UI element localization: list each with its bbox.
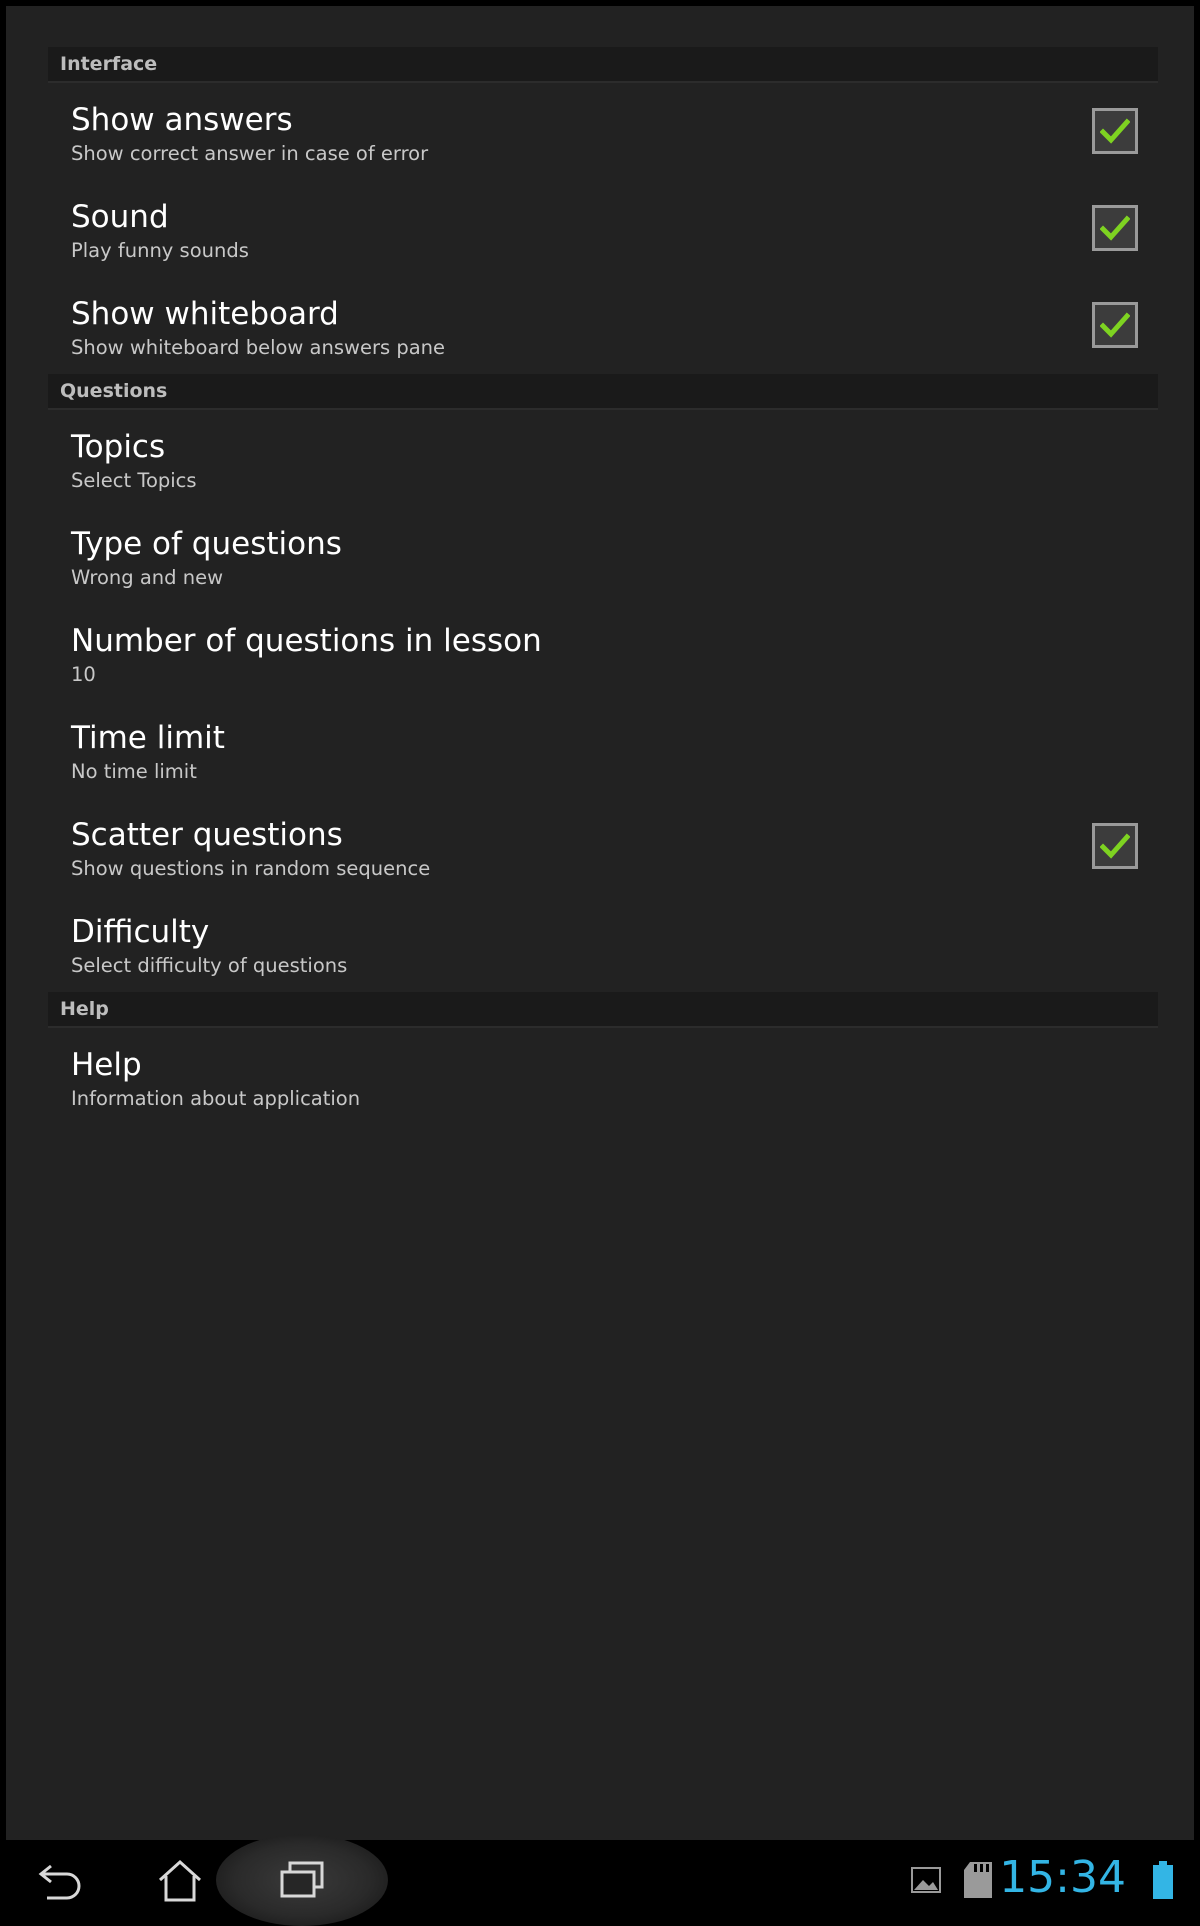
pref-help[interactable]: Help Information about application: [48, 1028, 1158, 1125]
checkmark-icon: [1100, 833, 1130, 859]
section-header-label: Interface: [60, 53, 158, 75]
gallery-icon: [911, 1867, 941, 1893]
pref-title: Help: [71, 1047, 142, 1083]
pref-title: Difficulty: [71, 914, 210, 950]
pref-title: Show whiteboard: [71, 296, 339, 332]
battery-icon: [1153, 1861, 1173, 1899]
pref-summary: Information about application: [71, 1087, 361, 1110]
section-header-help: Help: [48, 992, 1158, 1028]
pref-show-answers[interactable]: Show answers Show correct answer in case…: [48, 83, 1158, 180]
back-icon: [38, 1864, 81, 1900]
pref-summary: Show correct answer in case of error: [71, 142, 429, 165]
pref-title: Show answers: [71, 102, 293, 138]
pref-summary: Select difficulty of questions: [71, 954, 348, 977]
pref-number-of-questions[interactable]: Number of questions in lesson 10: [48, 604, 1158, 701]
home-icon: [158, 1859, 202, 1902]
checkmark-icon: [1100, 312, 1130, 338]
show-answers-checkbox[interactable]: [1092, 108, 1138, 154]
pref-title: Time limit: [71, 720, 225, 756]
pref-title: Type of questions: [71, 526, 342, 562]
pref-title: Topics: [71, 429, 166, 465]
pref-type-of-questions[interactable]: Type of questions Wrong and new: [48, 507, 1158, 604]
section-header-questions: Questions: [48, 374, 1158, 410]
pref-title: Scatter questions: [71, 817, 343, 853]
checkmark-icon: [1100, 215, 1130, 241]
pref-summary: Wrong and new: [71, 566, 224, 589]
pref-show-whiteboard[interactable]: Show whiteboard Show whiteboard below an…: [48, 277, 1158, 374]
sound-checkbox[interactable]: [1092, 205, 1138, 251]
recent-apps-button[interactable]: [272, 1840, 332, 1920]
pref-summary: No time limit: [71, 760, 197, 783]
sd-card-icon: [964, 1862, 992, 1898]
checkmark-icon: [1100, 118, 1130, 144]
pref-scatter-questions[interactable]: Scatter questions Show questions in rand…: [48, 798, 1158, 895]
pref-summary: Show whiteboard below answers pane: [71, 336, 446, 359]
system-bar: 15:34: [0, 1834, 1200, 1926]
home-button[interactable]: [150, 1840, 210, 1920]
back-button[interactable]: [30, 1840, 90, 1920]
status-clock[interactable]: 15:34: [999, 1852, 1126, 1903]
pref-summary: Play funny sounds: [71, 239, 249, 262]
pref-title: Sound: [71, 199, 169, 235]
pref-difficulty[interactable]: Difficulty Select difficulty of question…: [48, 895, 1158, 992]
section-header-label: Questions: [60, 380, 168, 402]
recent-apps-icon: [280, 1861, 324, 1898]
scatter-questions-checkbox[interactable]: [1092, 823, 1138, 869]
sd-card-notification[interactable]: [958, 1840, 998, 1920]
pref-time-limit[interactable]: Time limit No time limit: [48, 701, 1158, 798]
pref-topics[interactable]: Topics Select Topics: [48, 410, 1158, 507]
gallery-notification[interactable]: [906, 1840, 946, 1920]
pref-title: Number of questions in lesson: [71, 623, 542, 659]
pref-sound[interactable]: Sound Play funny sounds: [48, 180, 1158, 277]
pref-summary: 10: [71, 663, 96, 686]
section-header-interface: Interface: [48, 47, 1158, 83]
battery-status[interactable]: [1148, 1840, 1178, 1920]
show-whiteboard-checkbox[interactable]: [1092, 302, 1138, 348]
section-header-label: Help: [60, 998, 109, 1020]
preferences-list: Interface Show answers Show correct answ…: [48, 47, 1158, 1125]
pref-summary: Show questions in random sequence: [71, 857, 431, 880]
settings-screen: Interface Show answers Show correct answ…: [6, 6, 1194, 1840]
pref-summary: Select Topics: [71, 469, 197, 492]
